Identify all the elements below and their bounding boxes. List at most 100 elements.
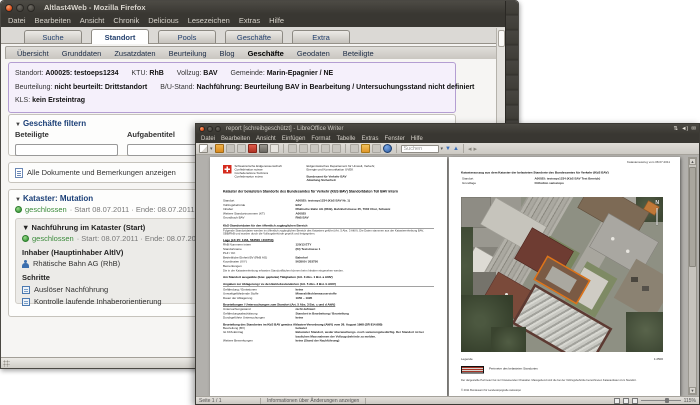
multi-page-view-icon[interactable] — [622, 397, 629, 404]
sub-tab[interactable]: Geodaten — [297, 49, 330, 58]
main-tabs: Suche Standort Pools Geschäfte Extra — [1, 27, 518, 44]
back-icon[interactable]: ◂ — [468, 145, 472, 153]
book-view-icon[interactable] — [631, 397, 638, 404]
new-document-icon[interactable] — [199, 144, 208, 153]
legend-swatch — [461, 366, 484, 374]
main-tab[interactable]: Suche — [24, 30, 82, 43]
forward-icon[interactable]: ▸ — [473, 145, 477, 153]
info-label: KTU: — [131, 70, 150, 77]
infobox-line2: Beurteilung: nicht beurteilt: Drittstand… — [15, 81, 474, 95]
network-icon[interactable]: ⇅ — [674, 126, 679, 132]
gallery-icon[interactable] — [360, 144, 370, 153]
filter-field-beteiligte: Beteiligte — [15, 130, 118, 157]
sub-tab[interactable]: Übersicht — [17, 49, 49, 58]
search-dropdown-icon[interactable]: ▾ — [441, 146, 444, 152]
close-button[interactable] — [5, 3, 13, 12]
libreoffice-menubar: Datei Bearbeiten Ansicht Einfügen Format Tabe… — [196, 134, 699, 143]
menu-item[interactable]: Datei — [201, 136, 215, 142]
open-icon[interactable] — [214, 144, 224, 153]
close-button[interactable] — [199, 126, 205, 132]
toolbar-separator — [344, 144, 346, 153]
menu-item[interactable]: Tabelle — [336, 136, 355, 142]
toolbar-separator — [282, 144, 284, 153]
scrollbar-thumb[interactable] — [689, 167, 696, 267]
beteiligte-input[interactable] — [15, 143, 118, 156]
menu-item[interactable]: Lesezeichen — [188, 16, 230, 25]
firefox-titlebar[interactable]: Altlast4Web - Mozilla Firefox — [1, 1, 518, 14]
menu-item[interactable]: Ansicht — [256, 136, 276, 142]
sub-tab[interactable]: Grunddaten — [62, 49, 102, 58]
menu-item[interactable]: Ansicht — [80, 16, 105, 25]
menu-item[interactable]: Fenster — [384, 136, 404, 142]
sub-tab[interactable]: Zusatzdaten — [114, 49, 155, 58]
sub-tab[interactable]: Beurteilung — [169, 49, 207, 58]
print-preview-icon[interactable] — [269, 144, 279, 153]
lo-scrollbar[interactable]: ▲ ▼ — [688, 157, 697, 395]
zoom-level[interactable]: 115% — [684, 398, 696, 404]
main-tab[interactable]: Extra — [292, 30, 350, 43]
field-label: Beteiligte — [15, 130, 49, 139]
maximize-button[interactable] — [27, 3, 35, 12]
find-next-icon[interactable]: ▼ — [445, 146, 451, 152]
menu-item[interactable]: Extras — [361, 136, 378, 142]
toolbar-separator — [395, 144, 397, 153]
menu-item[interactable]: Datei — [8, 16, 26, 25]
scroll-up-arrow[interactable]: ▲ — [689, 158, 696, 165]
search-field[interactable]: Suchen — [400, 144, 439, 153]
zoom-slider[interactable] — [640, 398, 681, 403]
scroll-down-arrow[interactable]: ▼ — [689, 387, 696, 394]
resize-grip[interactable] — [3, 360, 10, 367]
document-page-left: Schweizerische Eidgenossenschaft Confédér… — [210, 157, 447, 396]
menu-item[interactable]: Einfügen — [282, 136, 306, 142]
print-icon[interactable] — [258, 144, 268, 153]
scrollbar-thumb[interactable] — [498, 30, 505, 47]
sub-tab[interactable]: Blog — [220, 49, 235, 58]
menu-item[interactable]: Delicious — [148, 16, 178, 25]
redo-icon[interactable] — [331, 144, 341, 153]
page-indicator[interactable]: Seite 1 / 1 — [199, 398, 254, 404]
main-tab[interactable]: Geschäfte — [225, 30, 283, 43]
window-title: report [schreibgeschützt] - LibreOffice … — [226, 126, 344, 132]
indicator-icons: ⇅ ◄) ✉ — [674, 126, 697, 132]
maximize-button[interactable] — [215, 126, 221, 132]
table-icon[interactable] — [349, 144, 359, 153]
mail-icon[interactable]: ✉ — [691, 126, 696, 132]
email-icon[interactable] — [236, 144, 246, 153]
menu-item[interactable]: Hilfe — [411, 136, 423, 142]
save-icon[interactable] — [225, 144, 235, 153]
pdf-export-icon[interactable] — [247, 144, 257, 153]
sub-tab[interactable]: Geschäfte — [248, 49, 284, 58]
menu-item[interactable]: Extras — [239, 16, 260, 25]
info-value: Nachführung: Beurteilung BAV in Bearbeit… — [196, 83, 475, 91]
menu-item[interactable]: Format — [311, 136, 330, 142]
fields-icon[interactable] — [371, 144, 381, 153]
new-dropdown-icon[interactable]: ▾ — [210, 146, 213, 152]
status-info[interactable]: Informationen über Änderungen anzeigen — [267, 398, 359, 404]
libreoffice-titlebar[interactable]: report [schreibgeschützt] - LibreOffice … — [196, 124, 699, 134]
minimize-button[interactable] — [16, 3, 24, 12]
copy-icon[interactable] — [298, 144, 308, 153]
paste-icon[interactable] — [309, 144, 319, 153]
infobox-line1: Standort: A00025: testoeps1234 KTU: RhB Vo… — [15, 67, 449, 81]
menu-item[interactable]: Bearbeiten — [35, 16, 71, 25]
lo-statusbar: Seite 1 / 1 Informationen über Änderunge… — [196, 396, 699, 404]
cut-icon[interactable] — [287, 144, 297, 153]
main-tab[interactable]: Standort — [91, 29, 149, 44]
all-documents-link[interactable]: Alle Dokumente und Bemerkungen anzeigen — [27, 168, 176, 177]
status-closed-icon — [15, 206, 22, 213]
navigator-icon[interactable] — [382, 144, 392, 153]
menu-item[interactable]: Bearbeiten — [221, 136, 250, 142]
main-tab[interactable]: Pools — [158, 30, 216, 43]
info-value: BAV — [203, 70, 218, 77]
find-prev-icon[interactable]: ▲ — [453, 146, 459, 152]
collapse-triangle-icon: ▼ — [22, 223, 30, 232]
trees — [491, 327, 526, 352]
volume-icon[interactable]: ◄) — [681, 126, 688, 132]
menu-item[interactable]: Hilfe — [269, 16, 284, 25]
sub-tab[interactable]: Beteiligte — [343, 49, 374, 58]
single-page-view-icon[interactable] — [613, 397, 620, 404]
undo-icon[interactable] — [320, 144, 330, 153]
info-label: Beurteilung: — [15, 83, 55, 91]
menu-item[interactable]: Chronik — [113, 16, 139, 25]
minimize-button[interactable] — [207, 126, 213, 132]
